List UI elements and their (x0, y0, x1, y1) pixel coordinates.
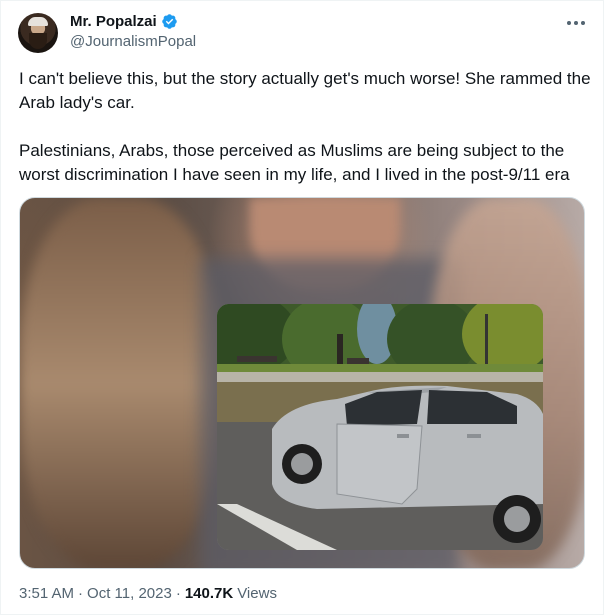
avatar[interactable] (18, 13, 58, 53)
tweet-paragraph-2: Palestinians, Arabs, those perceived as … (19, 141, 570, 184)
tweet-text: I can't believe this, but the story actu… (19, 67, 591, 187)
tweet-paragraph-1: I can't believe this, but the story actu… (19, 69, 591, 112)
verified-badge-icon (161, 14, 177, 29)
views-label: Views (237, 585, 277, 602)
tweet-time[interactable]: 3:51 AM (19, 585, 74, 602)
tweet-card[interactable]: Mr. Popalzai @JournalismPopal I can't be… (0, 0, 604, 615)
author-handle[interactable]: @JournalismPopal (70, 33, 196, 50)
tweet-date[interactable]: Oct 11, 2023 (87, 585, 172, 602)
meta-separator: · (78, 585, 84, 602)
tweet-meta: 3:51 AM · Oct 11, 2023 · 140.7K Views (19, 585, 277, 602)
car-photo (217, 304, 543, 550)
media-inset-photo (217, 304, 543, 550)
author-display-name[interactable]: Mr. Popalzai (70, 13, 157, 30)
more-options-icon[interactable] (565, 15, 587, 31)
author-name-row: Mr. Popalzai (70, 13, 178, 30)
meta-separator: · (175, 585, 181, 602)
media-hair-left (20, 198, 220, 568)
views-count: 140.7K (184, 585, 234, 602)
tweet-media-video[interactable] (19, 197, 585, 569)
